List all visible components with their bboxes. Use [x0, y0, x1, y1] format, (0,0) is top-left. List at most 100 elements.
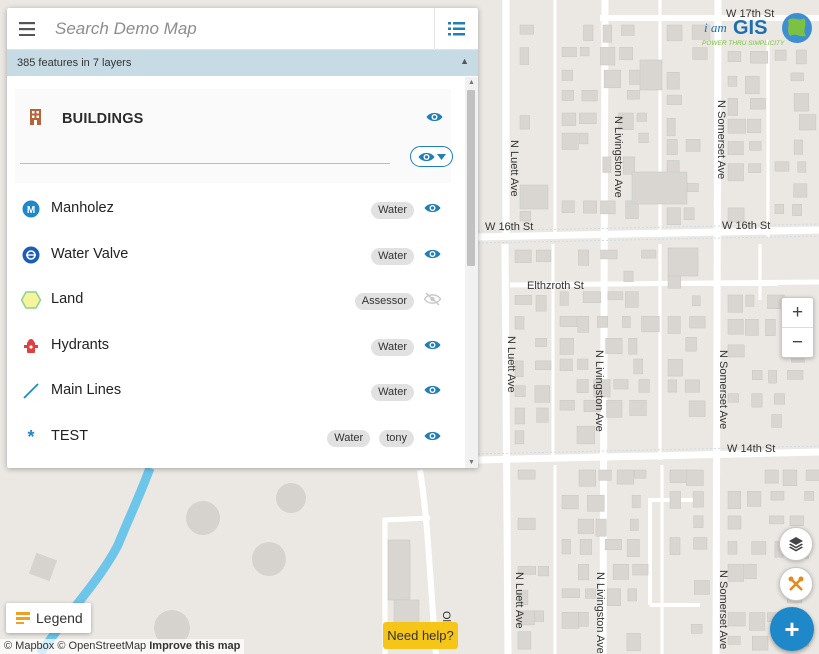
building-footprint [561, 494, 579, 510]
building-footprint [774, 161, 790, 172]
building-footprint [579, 47, 590, 57]
layer-list-toggle-button[interactable] [434, 8, 478, 50]
street-label: N Luett Ave [508, 140, 520, 197]
building-footprint [514, 430, 525, 445]
building-footprint [641, 316, 660, 333]
layer-row[interactable]: M Manholez Water [7, 187, 465, 232]
improve-map-link[interactable]: Improve this map [149, 640, 240, 652]
building-footprint [514, 295, 532, 305]
menu-button[interactable] [7, 8, 49, 50]
building-footprint [745, 294, 755, 307]
building-footprint [727, 75, 738, 87]
building-footprint [534, 610, 544, 622]
layer-tag: Water [371, 384, 414, 402]
building-footprint [692, 491, 704, 508]
add-feature-button[interactable]: + [770, 607, 814, 651]
street-label: N Somerset Ave [717, 570, 729, 649]
building-footprint [517, 469, 536, 480]
hexagon-icon [21, 290, 41, 310]
street-label: N Luett Ave [513, 572, 525, 629]
building-footprint [727, 319, 744, 335]
eye-icon[interactable] [424, 247, 441, 265]
building-footprint [559, 291, 569, 306]
osm-attribution-link[interactable]: © OpenStreetMap [57, 640, 146, 652]
iamgis-logo: i am GIS POWER THRU SIMPLICITY [700, 8, 818, 48]
layer-row[interactable]: Water Valve Water [7, 233, 465, 278]
building-footprint [629, 518, 639, 531]
building-footprint [666, 94, 682, 105]
layer-name: Hydrants [51, 336, 110, 353]
building-footprint [577, 518, 595, 534]
building-footprint [669, 469, 689, 483]
mapbox-attribution-link[interactable]: © Mapbox [4, 640, 54, 652]
building-footprint [623, 156, 635, 175]
layer-group-buildings[interactable]: BUILDINGS [15, 89, 451, 183]
layer-row[interactable]: Main Lines Water [7, 369, 465, 414]
eye-icon[interactable] [424, 338, 441, 356]
building-footprint [561, 539, 571, 555]
building-footprint [749, 98, 766, 110]
building-footprint [535, 249, 552, 262]
building-footprint [623, 270, 634, 282]
street-label: N Livingston Ave [612, 116, 624, 198]
zoom-out-button[interactable]: − [782, 328, 813, 358]
scrollbar-thumb[interactable] [467, 90, 475, 266]
building-footprint [765, 319, 776, 336]
building-footprint [559, 358, 573, 372]
layer-row[interactable]: Land Assessor [7, 278, 465, 323]
need-help-button[interactable]: Need help? [383, 622, 458, 649]
building-footprint [626, 632, 641, 652]
building-footprint [793, 93, 810, 112]
building-footprint [638, 132, 649, 143]
zoom-in-button[interactable]: + [782, 298, 813, 328]
tools-button[interactable] [779, 567, 813, 601]
street-label: W 16th St [722, 220, 770, 232]
building-footprint [514, 316, 525, 330]
building-footprint [727, 563, 745, 582]
building-footprint [747, 491, 762, 507]
layer-row[interactable]: * TEST tony Water [7, 415, 465, 460]
building-footprint [606, 588, 621, 606]
tools-icon [788, 576, 804, 591]
layer-tag: Water [327, 430, 371, 447]
hamburger-icon [19, 21, 35, 36]
building-footprint [534, 385, 551, 403]
building-footprint [727, 163, 744, 182]
building-footprint [519, 184, 549, 210]
building-footprint [770, 491, 785, 501]
eye-icon[interactable] [424, 383, 441, 401]
street-label: Elthzroth St [527, 280, 584, 292]
legend-icon [16, 612, 30, 624]
search-bar [7, 8, 478, 50]
building-footprint [561, 588, 580, 598]
building-footprint [787, 370, 804, 380]
building-footprint [602, 156, 612, 173]
list-icon [447, 22, 465, 36]
building-footprint [621, 24, 635, 36]
eye-icon[interactable] [424, 429, 441, 447]
building-footprint [667, 379, 677, 393]
legend-button[interactable]: Legend [6, 603, 91, 633]
building-footprint [627, 588, 637, 602]
layer-name: TEST [51, 428, 89, 444]
building-footprint [748, 163, 762, 173]
building-footprint [577, 316, 590, 333]
visibility-dropdown-button[interactable] [410, 146, 453, 167]
building-footprint [693, 515, 704, 528]
collapse-caret-icon[interactable]: ▲ [460, 56, 469, 66]
basemap-layers-button[interactable] [779, 527, 813, 561]
scrollbar[interactable]: ▲ ▼ [465, 77, 478, 468]
search-input[interactable] [49, 18, 409, 39]
eye-icon[interactable] [426, 110, 443, 128]
eye-slash-icon[interactable] [423, 292, 442, 311]
building-footprint [561, 47, 577, 58]
building-footprint [631, 171, 688, 205]
building-footprint [747, 118, 762, 134]
building-footprint [578, 469, 596, 487]
layer-row[interactable]: Hydrants Water [7, 324, 465, 369]
layer-tag: Water [371, 247, 414, 265]
building-footprint [692, 47, 708, 60]
eye-icon[interactable] [424, 201, 441, 219]
feature-summary[interactable]: 385 features in 7 layers ▲ [7, 50, 478, 76]
building-footprint [624, 291, 639, 308]
